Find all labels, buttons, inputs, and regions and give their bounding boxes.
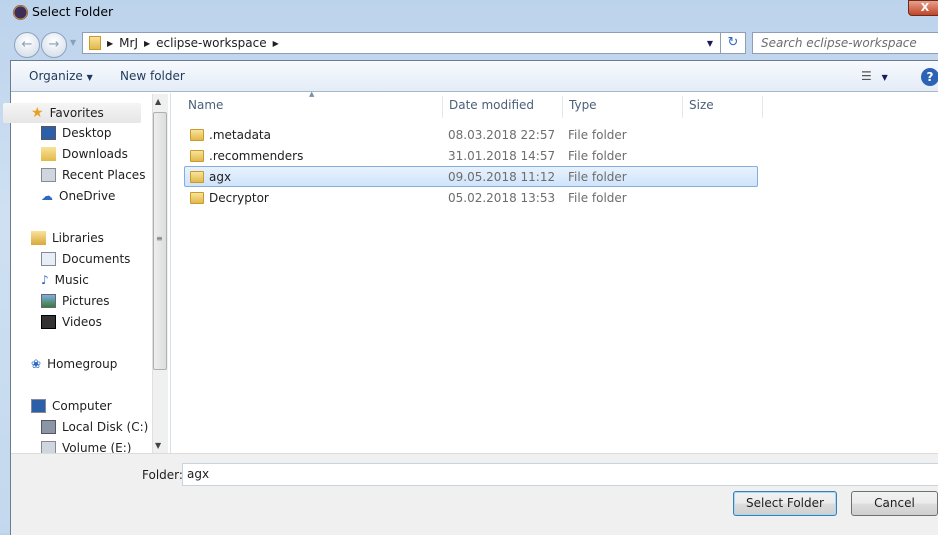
scroll-down-icon[interactable]: ▼ [155, 441, 161, 450]
address-bar[interactable]: ▶ MrJ ▶ eclipse-workspace ▶ ▼ [82, 32, 746, 54]
folder-icon [190, 128, 204, 141]
desktop-icon [41, 126, 56, 140]
music-icon: ♪ [41, 273, 49, 287]
pictures-icon [41, 294, 56, 308]
downloads-icon [41, 147, 56, 161]
chevron-right-icon[interactable]: ▶ [144, 39, 150, 48]
column-size[interactable]: Size [683, 96, 763, 118]
recent-places-icon [41, 168, 56, 182]
nav-homegroup[interactable]: ❀ Homegroup [31, 357, 117, 371]
homegroup-icon: ❀ [31, 357, 42, 371]
nav-pictures[interactable]: Pictures [41, 294, 110, 308]
eclipse-app-icon [13, 5, 28, 20]
grip-icon: ≡ [156, 234, 163, 243]
back-button[interactable]: ← [14, 32, 40, 58]
recent-pages-dropdown[interactable]: ▼ [70, 38, 76, 47]
folder-icon [190, 170, 204, 183]
nav-libraries[interactable]: Libraries [31, 231, 104, 245]
select-folder-button[interactable]: Select Folder [733, 491, 837, 516]
star-icon: ★ [31, 105, 44, 121]
refresh-button[interactable]: ↻ [720, 32, 746, 54]
videos-icon [41, 315, 56, 329]
nav-documents[interactable]: Documents [41, 252, 130, 266]
nav-favorites[interactable]: ★ Favorites [31, 105, 104, 121]
table-row[interactable]: Decryptor 05.02.2018 13:53 File folder [184, 187, 758, 208]
column-date-modified[interactable]: Date modified [443, 96, 563, 118]
nav-recent-places[interactable]: Recent Places [41, 168, 145, 182]
window-title: Select Folder [32, 4, 114, 19]
drive-icon [41, 441, 56, 453]
table-row-selected[interactable]: agx 09.05.2018 11:12 File folder [184, 166, 758, 187]
column-name[interactable]: Name [182, 96, 443, 118]
chevron-right-icon[interactable]: ▶ [273, 39, 279, 48]
search-input[interactable]: Search eclipse-workspace [752, 32, 938, 54]
breadcrumb-mrj[interactable]: MrJ [119, 36, 138, 50]
nav-downloads[interactable]: Downloads [41, 147, 128, 161]
table-row[interactable]: .metadata 08.03.2018 22:57 File folder [184, 124, 758, 145]
scroll-up-icon[interactable]: ▲ [155, 97, 161, 106]
nav-volume-e[interactable]: Volume (E:) [41, 441, 131, 453]
folder-input[interactable]: agx [182, 463, 938, 486]
help-icon[interactable]: ? [921, 68, 938, 86]
nav-desktop[interactable]: Desktop [41, 126, 112, 140]
folder-label: Folder: [142, 468, 183, 482]
organize-button[interactable]: Organize ▼ [29, 69, 93, 83]
forward-button[interactable]: → [41, 32, 67, 58]
nav-local-disk-c[interactable]: Local Disk (C:) [41, 420, 148, 434]
documents-icon [41, 252, 56, 266]
computer-icon [31, 399, 46, 413]
nav-music[interactable]: ♪ Music [41, 273, 89, 287]
cancel-button[interactable]: Cancel [851, 491, 938, 516]
view-options-icon[interactable]: ☰ ▼ [861, 69, 888, 83]
nav-videos[interactable]: Videos [41, 315, 102, 329]
table-row[interactable]: .recommenders 31.01.2018 14:57 File folder [184, 145, 758, 166]
drive-icon [41, 420, 56, 434]
new-folder-button[interactable]: New folder [120, 69, 185, 83]
breadcrumb-eclipse-workspace[interactable]: eclipse-workspace [156, 36, 266, 50]
folder-icon [190, 149, 204, 162]
close-button[interactable]: X [908, 0, 938, 16]
address-dropdown-icon[interactable]: ▼ [707, 39, 713, 48]
folder-icon [89, 36, 101, 50]
folder-icon [190, 191, 204, 204]
nav-computer[interactable]: Computer [31, 399, 112, 413]
cloud-icon: ☁ [41, 189, 53, 203]
libraries-icon [31, 231, 46, 245]
nav-onedrive[interactable]: ☁ OneDrive [41, 189, 115, 203]
column-type[interactable]: Type [563, 96, 683, 118]
chevron-right-icon[interactable]: ▶ [107, 39, 113, 48]
